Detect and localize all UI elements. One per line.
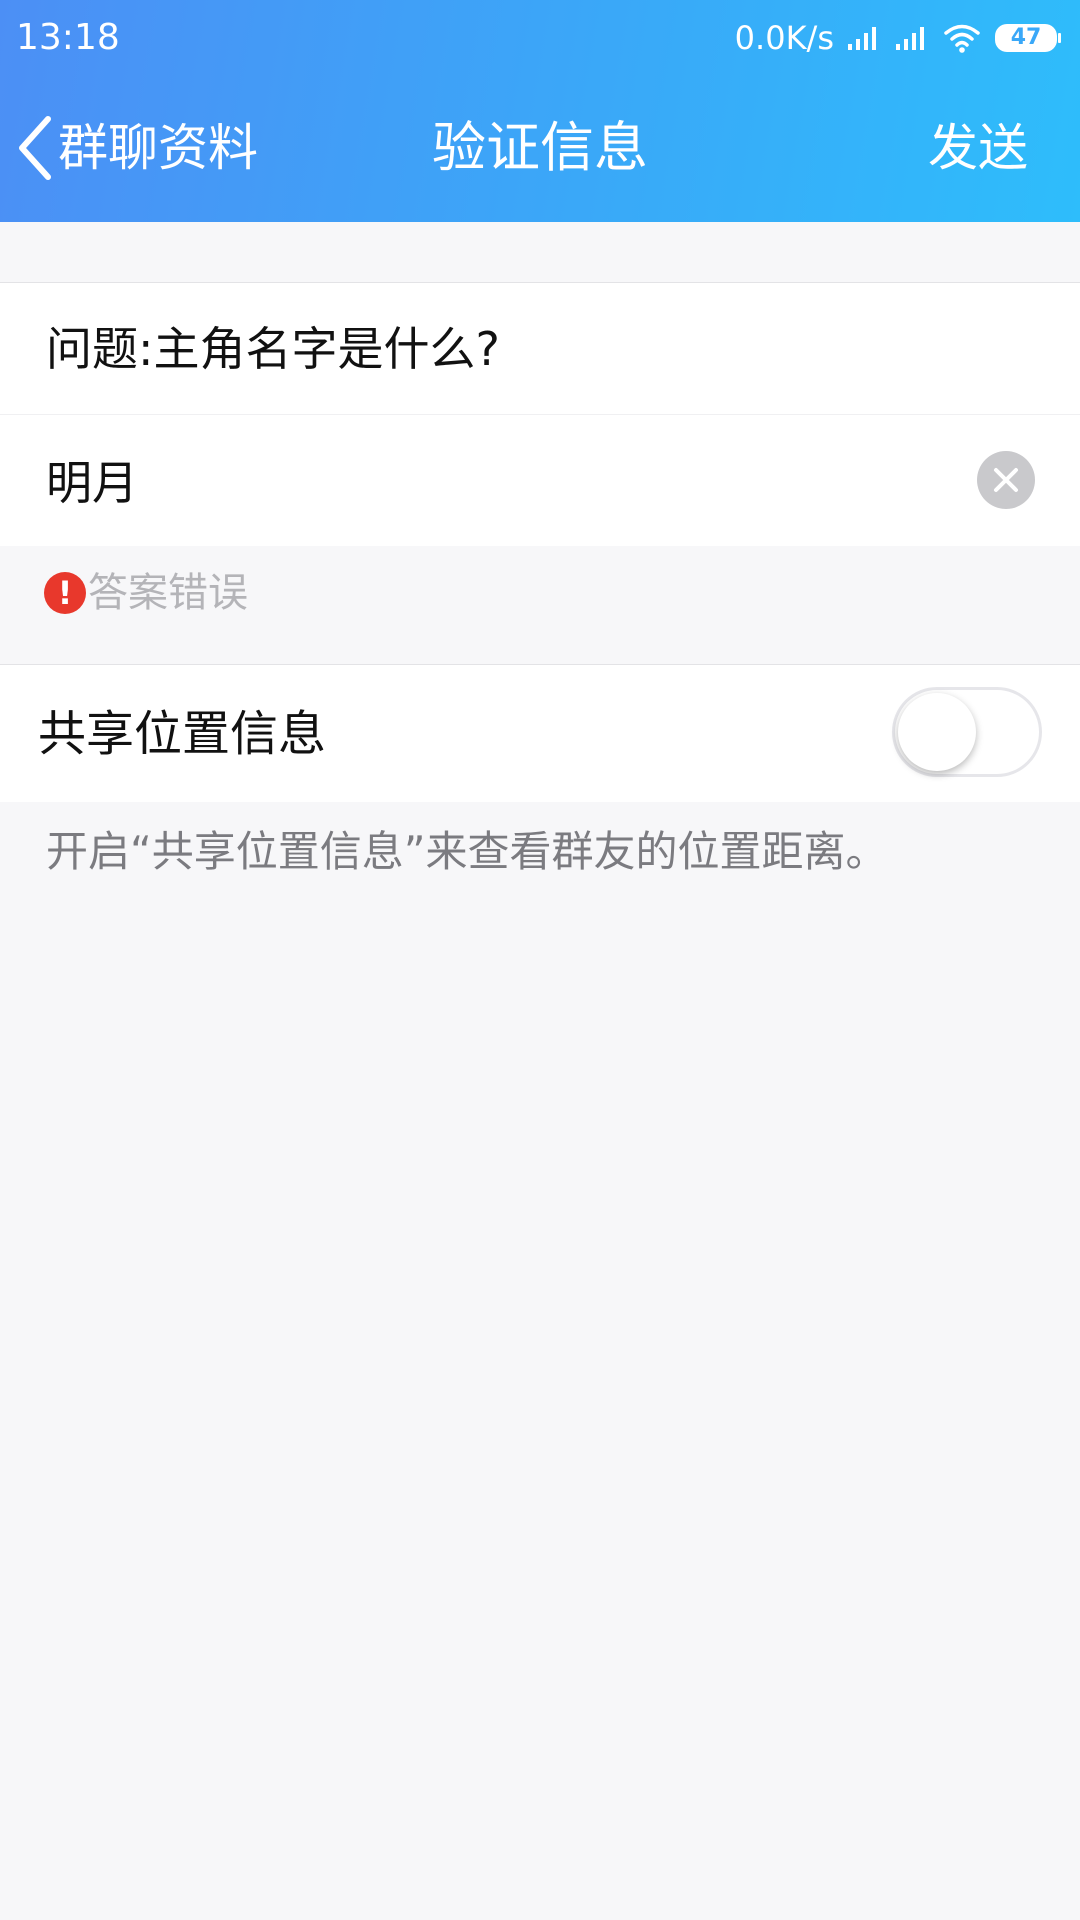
- send-button[interactable]: 发送: [928, 110, 1028, 186]
- error-message: ! 答案错误: [44, 568, 248, 618]
- signal-icon: [848, 27, 876, 50]
- network-speed: 0.0K/s: [734, 19, 834, 57]
- chevron-left-icon: [19, 116, 51, 180]
- location-share-hint: 开启“共享位置信息”来查看群友的位置距离。: [46, 827, 888, 876]
- battery-indicator: 47: [994, 23, 1062, 53]
- exclamation-icon: !: [44, 572, 86, 614]
- back-button[interactable]: 群聊资料: [14, 110, 258, 186]
- app-header: 13:18 0.0K/s 47 群聊资料 验证信息 发送: [0, 0, 1080, 222]
- answer-input[interactable]: [46, 445, 946, 515]
- nav-bar: 群聊资料 验证信息 发送: [0, 100, 1080, 196]
- battery-level: 47: [1010, 25, 1042, 50]
- wifi-icon: [944, 24, 980, 53]
- error-text: 答案错误: [88, 570, 248, 616]
- clear-input-button[interactable]: [977, 451, 1035, 509]
- question-text: 问题:主角名字是什么?: [46, 322, 500, 376]
- status-bar: 13:18 0.0K/s 47: [0, 0, 1080, 76]
- location-share-row: 共享位置信息: [0, 664, 1080, 802]
- answer-row: [0, 415, 1080, 546]
- status-indicators: 0.0K/s 47: [735, 14, 1062, 62]
- back-button-label: 群聊资料: [58, 119, 258, 177]
- close-icon: [994, 468, 1018, 492]
- toggle-knob: [898, 693, 976, 771]
- signal-icon: [896, 27, 924, 50]
- location-share-label: 共享位置信息: [38, 706, 327, 762]
- location-share-toggle[interactable]: [892, 687, 1042, 777]
- status-time: 13:18: [16, 17, 120, 58]
- question-row: 问题:主角名字是什么?: [0, 282, 1080, 414]
